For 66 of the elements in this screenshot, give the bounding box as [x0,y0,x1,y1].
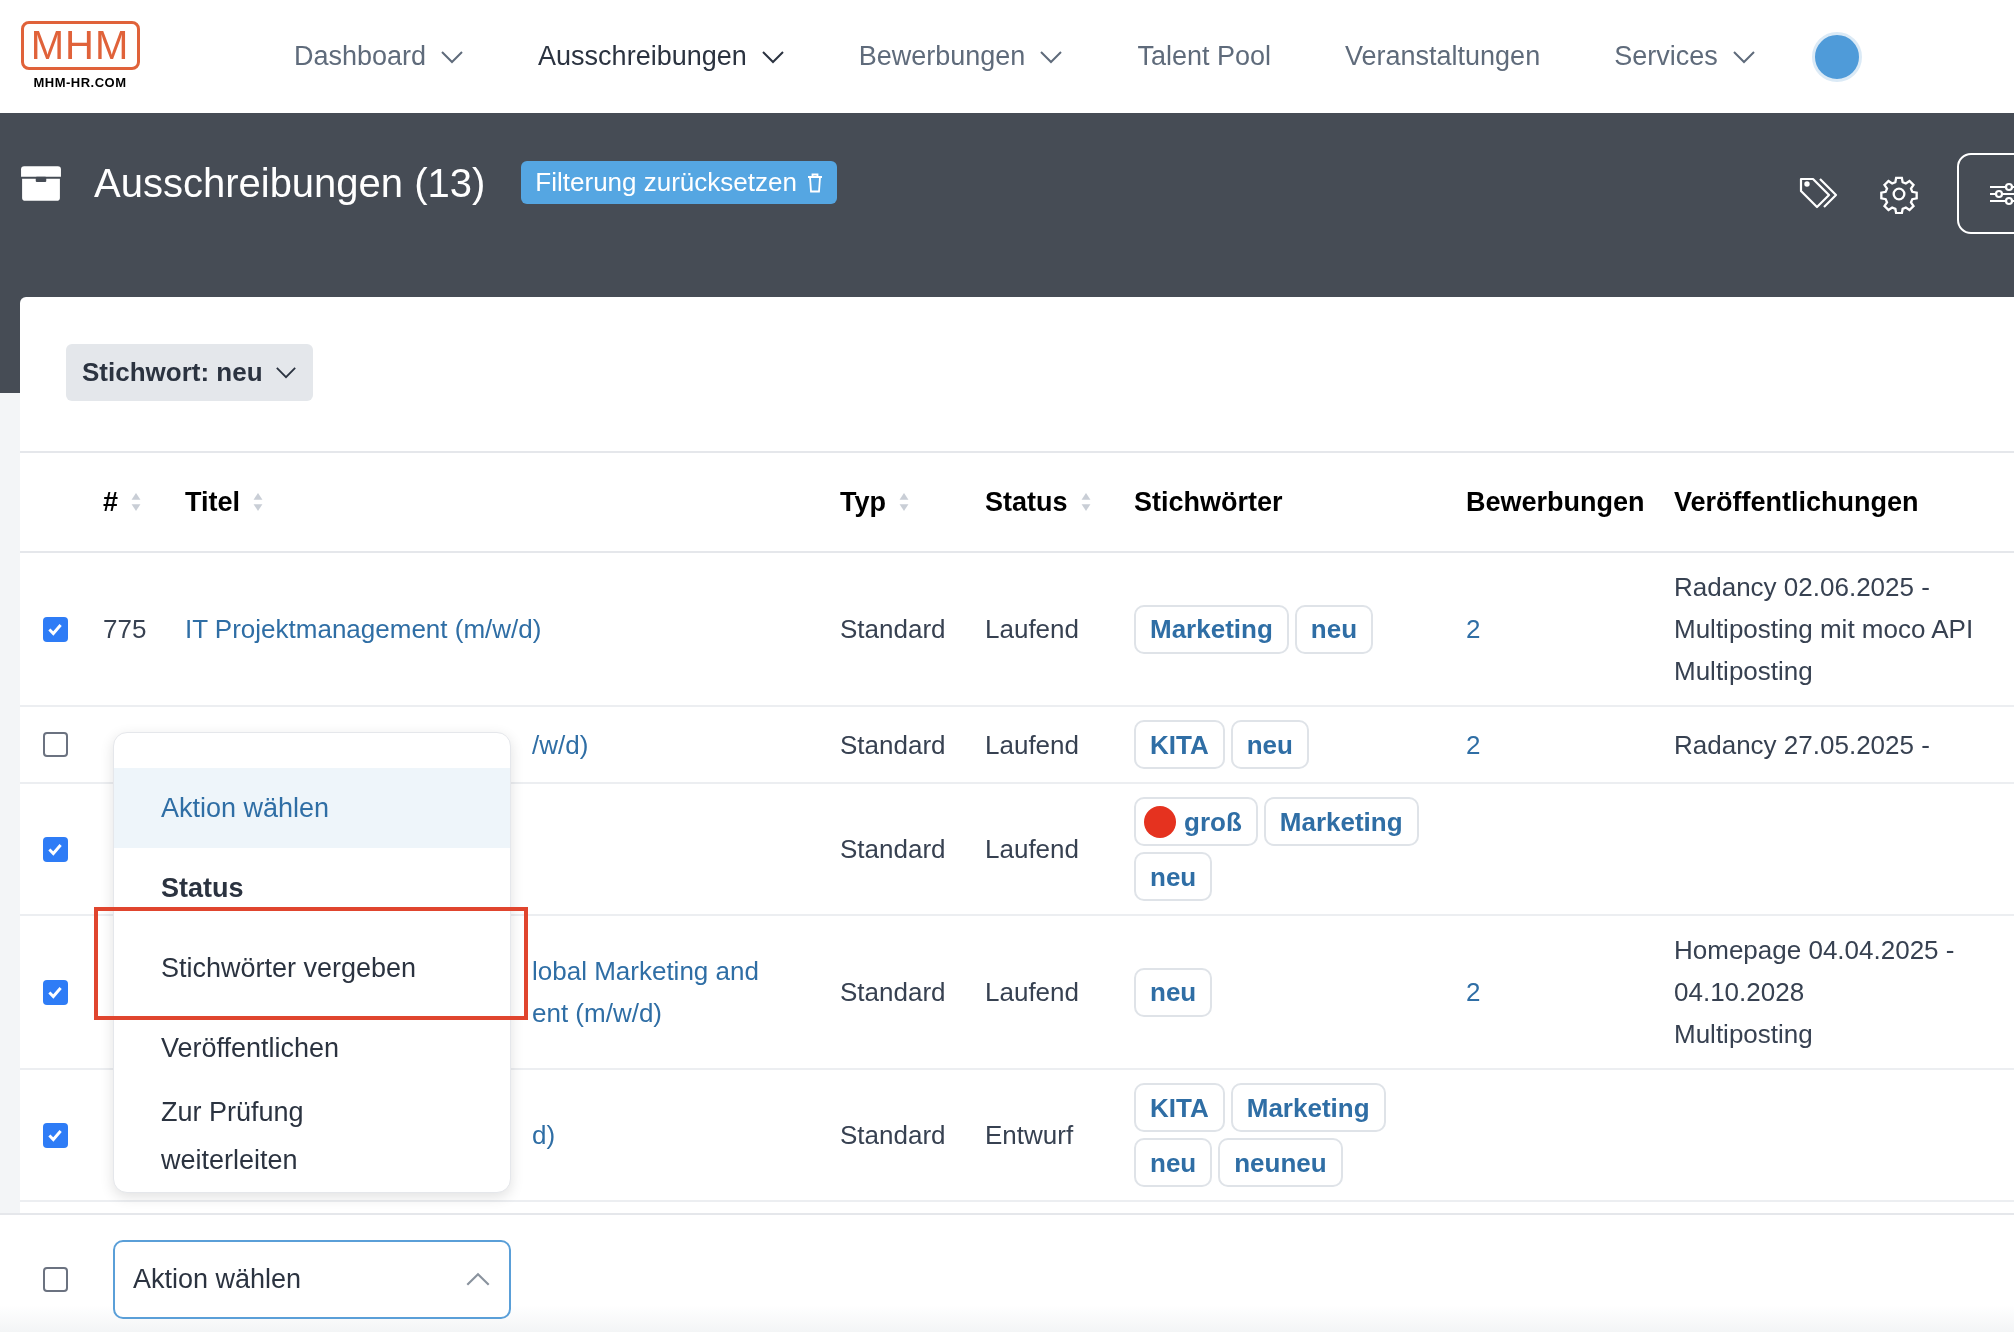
checkbox[interactable] [42,1122,68,1148]
checkbox[interactable] [42,616,68,642]
chevron-down-icon [274,366,297,379]
job-title-link[interactable]: IT Projektmanagement (m/w/d) [185,608,830,650]
keyword-tag: neu [1230,720,1309,769]
column-header[interactable]: Titel [185,481,240,523]
checkbox[interactable] [42,836,68,862]
row-number: 775 [103,614,147,644]
nav-item[interactable]: Ausschreibungen [538,36,785,77]
keyword-tag: neu [1134,967,1213,1017]
menu-option[interactable]: Stichwörter vergeben [114,928,510,1008]
checkbox[interactable] [42,732,68,757]
keyword-tag: KITA [1134,720,1225,769]
status-text: Entwurf [985,1120,1074,1150]
status-text: Laufend [985,834,1079,864]
status-text: Laufend [985,614,1079,644]
keyword-filter-chip[interactable]: Stichwort: neu [66,344,313,401]
logo-caption: MHM-HR.COM [33,73,127,92]
column-header: Bewerbungen [1466,485,1645,519]
publications-text: Radancy 02.06.2025 - Multiposting mit moco API Multiposting [1674,571,1975,688]
applications-count-link[interactable]: 2 [1466,614,1481,644]
nav-item[interactable]: Dashboard [294,36,465,77]
job-title-link[interactable]: /w/d) [532,723,830,766]
type-text: Standard [840,977,946,1007]
column-header: Veröffentlichungen [1674,485,1919,519]
applications-count-link[interactable]: 2 [1466,729,1481,760]
publications-text: Radancy 27.05.2025 - [1674,728,1931,762]
trash-icon [806,171,823,194]
archive-box-icon [20,163,62,203]
job-title-link[interactable]: d) [532,1114,830,1156]
checkbox[interactable] [42,979,68,1005]
nav-item[interactable]: Services [1614,36,1756,77]
keyword-tag: KITA [1134,1083,1225,1132]
nav-item[interactable]: Veranstaltungen [1345,36,1541,77]
type-text: Standard [840,614,946,644]
applications-count-link[interactable]: 2 [1466,977,1481,1007]
job-title-link[interactable]: lobal Marketing and ent (m/w/d) [532,950,830,1034]
menu-option[interactable]: Zur Prüfung weiterleiten [114,1088,510,1184]
page-title: Ausschreibungen (13) [94,163,486,203]
keyword-tag: groß [1134,797,1258,846]
keyword-tag: Marketing [1134,604,1289,654]
column-header: Stichwörter [1134,485,1283,519]
column-header[interactable]: Typ [840,481,886,523]
keyword-tag: Marketing [1263,797,1419,846]
menu-group-label: Status [161,871,244,905]
logo-mark: MHM [20,20,140,70]
nav-item[interactable]: Talent Pool [1137,36,1271,77]
chevron-up-icon [465,1272,491,1287]
type-text: Standard [840,834,946,864]
menu-option[interactable]: Veröffentlichen [114,1008,510,1088]
type-text: Standard [840,729,946,760]
column-header[interactable]: # [103,481,119,523]
keyword-tag: neu [1134,852,1213,901]
type-text: Standard [840,1120,946,1150]
keyword-tag: neu [1294,604,1374,654]
publications-text: Homepage 04.04.2025 - 04.10.2028 Multiposting [1674,934,1956,1051]
status-text: Laufend [985,977,1079,1007]
status-text: Laufend [985,729,1079,760]
checkbox[interactable] [42,1267,68,1292]
nav-item[interactable]: Bewerbungen [858,36,1064,77]
menu-option[interactable]: Aktion wählen [114,768,510,848]
column-header[interactable]: Status [985,481,1068,523]
keyword-tag: Marketing [1230,1083,1386,1132]
keyword-tag: neu [1134,1138,1213,1187]
action-select[interactable]: Aktion wählen [113,1240,511,1319]
keyword-tag: neuneu [1218,1138,1343,1187]
